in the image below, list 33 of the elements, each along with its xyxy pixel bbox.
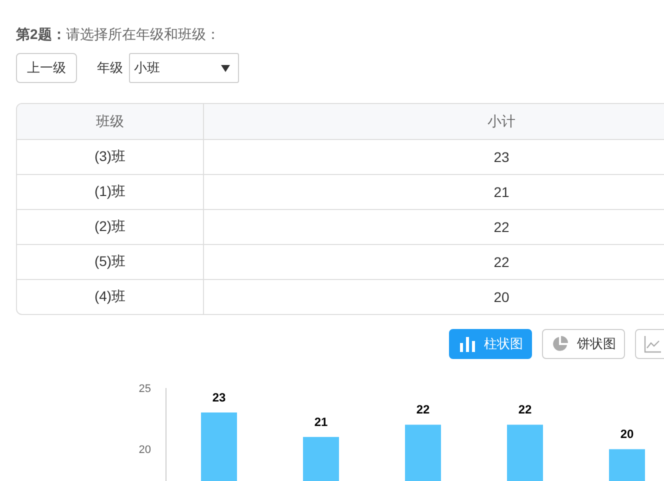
data-label: 22: [416, 402, 430, 417]
bar-chart-icon: [458, 335, 476, 353]
chart-type-button[interactable]: 饼状图: [542, 329, 625, 359]
bar: [405, 424, 441, 481]
table-cell: 22: [203, 210, 664, 244]
table-cell-text: (4)班: [93, 287, 127, 306]
table-cell-text: (2)班: [93, 217, 127, 236]
axis-tick-label: 25: [138, 383, 151, 395]
pie-chart-icon: [551, 335, 569, 353]
table-cell: 22: [203, 245, 664, 279]
table-cell-text: (1)班: [93, 182, 127, 201]
data-label: 20: [620, 427, 634, 442]
column-header: 班级: [95, 112, 125, 130]
line-chart-icon: [644, 335, 662, 353]
data-label: 22: [518, 402, 532, 417]
grade-label: 年级: [97, 59, 123, 77]
table-cell-text: (3)班: [93, 147, 127, 166]
bar: [609, 449, 645, 481]
column-header: 小计: [203, 104, 664, 139]
bar: [303, 436, 339, 481]
table-cell-text: (5)班: [93, 252, 127, 271]
table-cell: 23: [203, 140, 664, 174]
caret-icon: [221, 64, 230, 72]
data-label: 21: [314, 414, 328, 429]
grade-select[interactable]: 小班: [129, 53, 239, 83]
data-label: 23: [212, 390, 226, 404]
question-text: 第2题：请选择所在年级和班级：: [16, 26, 220, 44]
table-cell: 21: [203, 175, 664, 209]
axis-tick-label: 20: [138, 444, 151, 456]
bar: [201, 412, 237, 481]
table-cell: 20: [203, 280, 664, 314]
bar: [507, 424, 543, 481]
back-button[interactable]: 上一级: [16, 53, 77, 83]
